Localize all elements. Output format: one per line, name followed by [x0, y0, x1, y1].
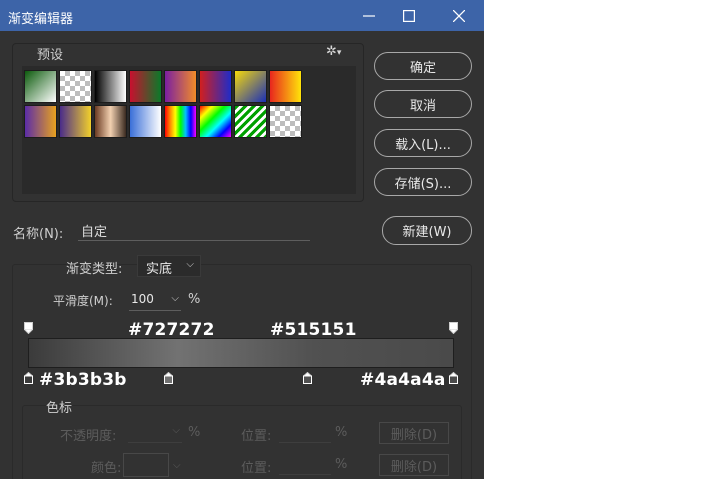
delete-button-1[interactable]: 删除(D) — [379, 422, 449, 444]
gear-icon[interactable]: ✲▾ — [326, 44, 341, 59]
gradient-type-label: 渐变类型: — [66, 262, 123, 277]
cancel-button[interactable]: 取消 — [374, 90, 472, 118]
opacity-unit: % — [188, 425, 201, 440]
delete-button-2[interactable]: 删除(D) — [379, 454, 449, 476]
maximize-button[interactable] — [386, 0, 432, 31]
presets-grid — [22, 66, 356, 194]
minimize-icon — [363, 14, 375, 17]
preset-swatch[interactable] — [94, 105, 127, 138]
name-label: 名称(N): — [13, 227, 64, 242]
preset-swatch[interactable] — [59, 105, 92, 138]
maximize-icon — [403, 9, 415, 22]
save-button[interactable]: 存储(S)... — [374, 168, 472, 196]
gradient-editor-dialog: 渐变编辑器 预设 ✲▾ 确定 取消 载入(L)... 存储(S)... 名称(N… — [0, 0, 484, 479]
color-stop-2[interactable] — [164, 372, 173, 384]
close-button[interactable] — [436, 0, 482, 31]
smoothness-value: 100 — [131, 292, 154, 306]
preset-swatch[interactable] — [199, 105, 232, 138]
preset-swatch[interactable] — [24, 70, 57, 103]
position-input-2[interactable] — [279, 456, 331, 475]
preset-swatch[interactable] — [94, 70, 127, 103]
smoothness-input[interactable]: 100 ⌵ — [129, 290, 181, 311]
chevron-down-icon: ⌵ — [171, 293, 179, 304]
smoothness-unit: % — [188, 292, 201, 307]
preset-swatch[interactable] — [269, 70, 302, 103]
position-unit-1: % — [335, 425, 348, 440]
title-bar[interactable]: 渐变编辑器 — [0, 0, 484, 31]
opacity-stop-left[interactable] — [24, 322, 33, 334]
preset-swatch[interactable] — [269, 105, 302, 138]
preset-swatch[interactable] — [199, 70, 232, 103]
color-stop-4[interactable] — [449, 372, 458, 384]
load-button[interactable]: 载入(L)... — [374, 129, 472, 157]
window-title: 渐变编辑器 — [8, 12, 74, 27]
smoothness-label: 平滑度(M): — [53, 294, 113, 308]
name-value: 自定 — [81, 225, 108, 240]
preset-swatch[interactable] — [129, 105, 162, 138]
annotation-bottom-left: #3b3b3b — [39, 370, 127, 390]
color-stop-3[interactable] — [303, 372, 312, 384]
name-field[interactable]: 自定 — [78, 221, 310, 241]
opacity-label: 不透明度: — [60, 429, 117, 444]
ok-button[interactable]: 确定 — [374, 52, 472, 80]
preset-swatch[interactable] — [164, 105, 197, 138]
preset-swatch[interactable] — [129, 70, 162, 103]
color-label: 颜色: — [91, 461, 122, 476]
annotation-bottom-right: #4a4a4a — [360, 370, 446, 390]
close-icon — [453, 9, 465, 22]
color-stop-1[interactable] — [24, 372, 33, 384]
position-unit-2: % — [335, 457, 348, 472]
preset-swatch[interactable] — [24, 105, 57, 138]
stops-group-label: 色标 — [46, 401, 73, 416]
color-swatch[interactable] — [123, 453, 169, 477]
opacity-stop-right[interactable] — [449, 322, 458, 334]
position-label-1: 位置: — [241, 429, 272, 444]
gradient-bar[interactable] — [28, 338, 454, 368]
annotation-top-right: #515151 — [270, 320, 357, 340]
presets-label: 预设 — [37, 48, 64, 63]
annotation-top-center: #727272 — [128, 320, 215, 340]
preset-swatch[interactable] — [234, 70, 267, 103]
opacity-input[interactable]: ⌵ — [128, 424, 182, 443]
position-label-2: 位置: — [241, 461, 272, 476]
new-button[interactable]: 新建(W) — [382, 216, 472, 245]
gradient-type-select[interactable]: 实底 ⌵ — [137, 255, 201, 277]
preset-swatch[interactable] — [234, 105, 267, 138]
preset-swatch[interactable] — [59, 70, 92, 103]
position-input-1[interactable] — [279, 424, 331, 443]
chevron-down-icon: ⌵ — [172, 425, 180, 436]
chevron-down-icon: ⌵ — [173, 460, 181, 471]
gradient-type-value: 实底 — [146, 262, 173, 277]
preset-swatch[interactable] — [164, 70, 197, 103]
chevron-down-icon: ⌵ — [186, 259, 194, 270]
